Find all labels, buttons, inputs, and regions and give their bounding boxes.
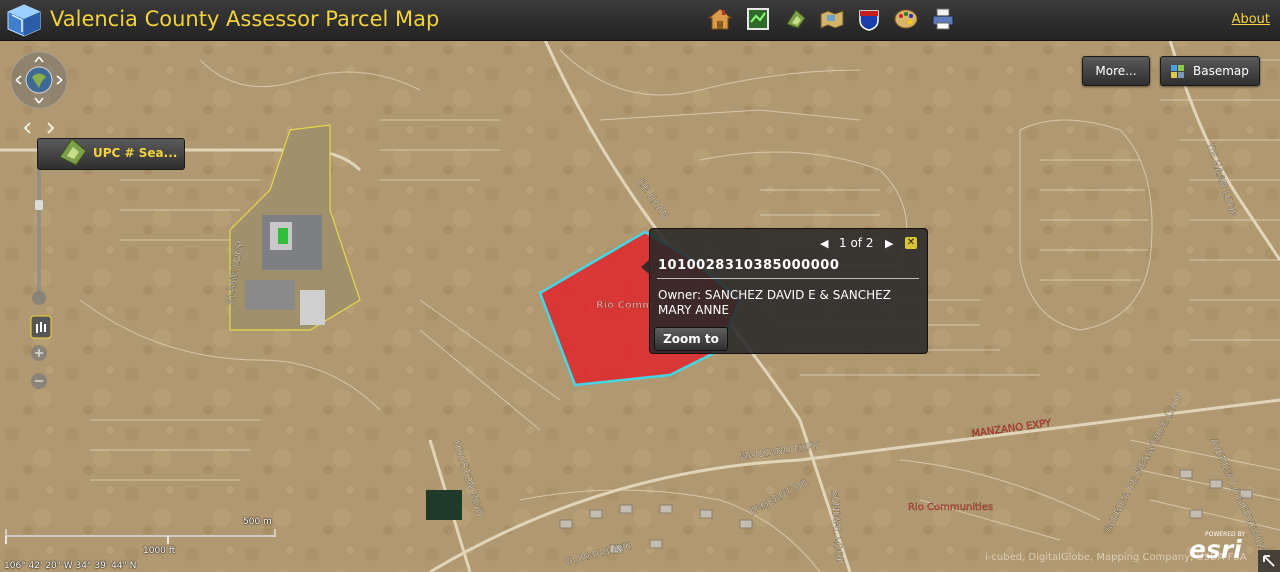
popup-owner: Owner: SANCHEZ DAVID E & SANCHEZ MARY AN… — [658, 288, 891, 317]
upc-search-label: UPC # Sea... — [93, 146, 178, 160]
scale-imperial-label: 1000 ft — [143, 546, 176, 556]
basemap-button[interactable]: Basemap — [1160, 56, 1260, 86]
parcel-search-icon — [59, 138, 87, 166]
basemap-grid-icon — [1171, 65, 1184, 78]
parcel-search-icon[interactable] — [783, 6, 809, 32]
map-view[interactable]: ALAME LOOP DE HAAN DE HAAN LOOP MANZANO … — [0, 40, 1280, 572]
scale-metric-label: 500 m — [243, 517, 272, 527]
popup-next-icon[interactable]: ▶ — [885, 237, 893, 250]
place-label-rio-comm: Rio Comm — [596, 300, 653, 311]
pan-control[interactable] — [10, 51, 68, 109]
parcel-info-popup: ◀ 1 of 2 ▶ ✕ 1010028310385000000 Owner: … — [641, 228, 928, 354]
popup-prev-icon[interactable]: ◀ — [820, 237, 828, 250]
popup-upc-number: 1010028310385000000 — [658, 258, 840, 273]
esri-logo: esri — [1189, 535, 1242, 564]
home-icon[interactable] — [707, 6, 733, 32]
app-header: Valencia County Assessor Parcel Map Abou… — [0, 0, 1280, 41]
palette-icon[interactable] — [893, 6, 919, 32]
layers-map-icon[interactable] — [745, 6, 771, 32]
basemap-label: Basemap — [1193, 64, 1249, 78]
about-link[interactable]: About — [1232, 12, 1270, 27]
scalebar — [5, 529, 276, 544]
expand-corner-icon[interactable] — [1258, 550, 1280, 572]
popup-close-icon[interactable]: ✕ — [905, 237, 917, 249]
coordinate-readout: 106° 42' 20" W 34° 39' 44" N — [4, 561, 137, 571]
rotate-arrows-icon[interactable] — [23, 122, 55, 134]
popup-count: 1 of 2 — [839, 236, 874, 250]
place-label-rio-communities: Rio Communities — [908, 502, 993, 513]
printer-icon[interactable] — [930, 6, 956, 32]
upc-search-button[interactable]: UPC # Sea... — [37, 138, 185, 170]
satellite-basemap: ALAME LOOP DE HAAN DE HAAN LOOP MANZANO … — [0, 40, 1280, 572]
popup-divider — [657, 278, 919, 279]
map-navigation-control — [10, 51, 68, 389]
app-title: Valencia County Assessor Parcel Map — [50, 7, 440, 31]
app-logo-cube-icon — [7, 4, 41, 37]
zoom-slider-handle[interactable] — [35, 200, 43, 210]
map-legend-icon[interactable] — [819, 6, 845, 32]
popup-pointer — [641, 259, 650, 275]
zoom-out-small-icon[interactable] — [32, 291, 46, 305]
more-button[interactable]: More... — [1082, 56, 1150, 86]
zoom-to-button[interactable]: Zoom to — [654, 327, 728, 351]
interstate-shield-icon[interactable] — [856, 6, 882, 32]
